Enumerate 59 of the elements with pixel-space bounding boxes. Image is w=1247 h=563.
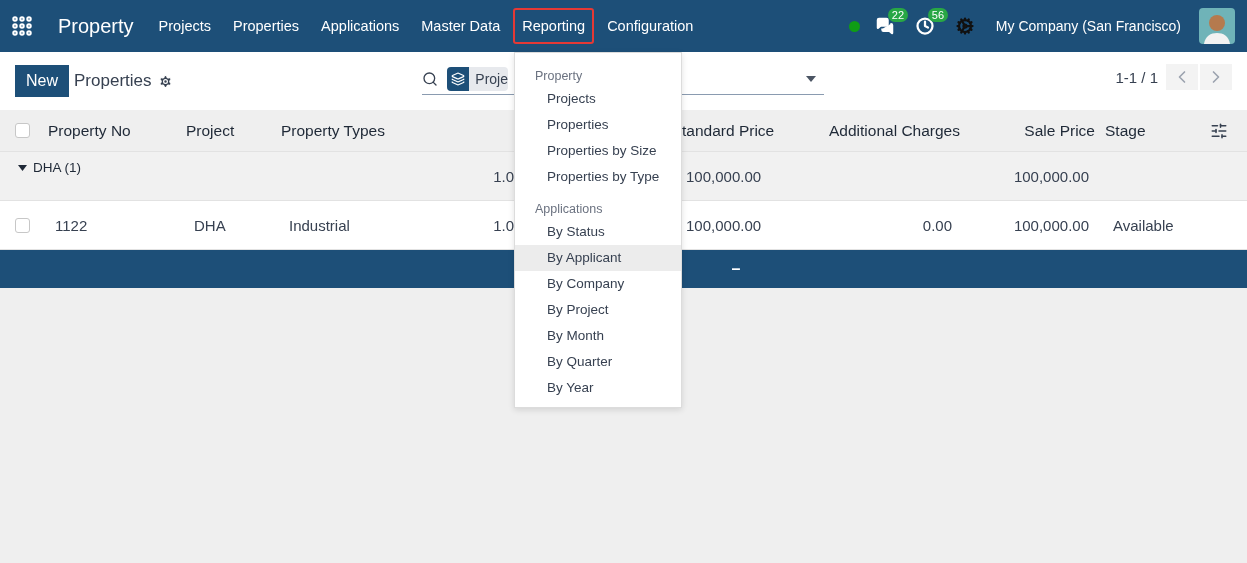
column-header[interactable]: Sale Price bbox=[1024, 121, 1095, 140]
group-total: 100,000.00 bbox=[1013, 167, 1090, 185]
dropdown-item[interactable]: By Applicant bbox=[515, 245, 681, 271]
nav-menu-item[interactable]: Reporting bbox=[513, 8, 595, 44]
app-title: Property bbox=[58, 14, 134, 38]
column-settings-icon[interactable] bbox=[1210, 121, 1228, 140]
clock-icon[interactable] bbox=[915, 17, 934, 35]
nav-menu-item[interactable]: Applications bbox=[312, 8, 409, 44]
nav-menu-item[interactable]: Properties bbox=[224, 8, 309, 44]
dropdown-item[interactable]: By Company bbox=[515, 271, 681, 297]
footer-mark: – bbox=[731, 260, 741, 278]
nav-menu-item[interactable]: Projects bbox=[149, 8, 220, 44]
nav-menu-item[interactable]: Configuration bbox=[598, 8, 703, 44]
column-header[interactable]: Stage bbox=[1095, 121, 1146, 140]
avatar-icon[interactable] bbox=[1199, 8, 1235, 44]
table-cell-text: 100,000.00 bbox=[1013, 216, 1090, 234]
column-header[interactable]: Property No bbox=[40, 121, 131, 140]
table-cell-text: 100,000.00 bbox=[685, 216, 762, 234]
table-cell-text: 0.00 bbox=[922, 216, 953, 234]
dropdown-item[interactable]: Projects bbox=[515, 86, 681, 112]
chat-icon[interactable] bbox=[875, 17, 894, 35]
group-total: 100,000.00 bbox=[685, 167, 762, 185]
activity-count: 56 bbox=[927, 8, 949, 22]
page-title: Properties bbox=[74, 71, 152, 91]
pager-value[interactable]: 1-1 / 1 bbox=[1115, 68, 1158, 86]
dropdown-item[interactable]: By Quarter bbox=[515, 349, 681, 375]
select-all-checkbox[interactable] bbox=[15, 123, 30, 138]
dropdown-item[interactable]: By Year bbox=[515, 375, 681, 401]
layers-icon bbox=[451, 72, 466, 86]
apps-menu-icon[interactable] bbox=[10, 14, 34, 38]
company-name[interactable]: My Company (San Francisco) bbox=[995, 18, 1181, 34]
dropdown-item[interactable]: Properties by Size bbox=[515, 138, 681, 164]
message-count: 22 bbox=[887, 8, 909, 22]
table-cell: 1.0 bbox=[493, 216, 514, 234]
table-cell-text: Available bbox=[1112, 216, 1174, 234]
search-facet[interactable]: Proje bbox=[447, 67, 508, 91]
table-cell-text: 1122 bbox=[54, 216, 88, 234]
dropdown-item[interactable]: By Project bbox=[515, 297, 681, 323]
dropdown-item[interactable]: Properties by Type bbox=[515, 164, 681, 190]
dropdown-item[interactable]: Properties bbox=[515, 112, 681, 138]
dropdown-item[interactable]: By Month bbox=[515, 323, 681, 349]
column-header[interactable]: tandard Price bbox=[682, 121, 775, 140]
menu-section-title: Property bbox=[534, 68, 584, 85]
group-toggle[interactable]: DHA (1) bbox=[0, 160, 81, 175]
menu-section-title: Applications bbox=[534, 201, 604, 218]
caret-icon bbox=[18, 164, 27, 171]
column-header[interactable]: Additional Charges bbox=[829, 121, 965, 140]
group-total: 1.0 bbox=[493, 167, 514, 185]
column-header[interactable]: Property Types bbox=[265, 121, 385, 140]
dropdown-item[interactable]: By Status bbox=[515, 219, 681, 245]
caret-icon[interactable] bbox=[806, 76, 816, 82]
nav-menu-item[interactable]: Master Data bbox=[412, 8, 510, 44]
column-header[interactable]: Project bbox=[170, 121, 235, 140]
search-icon[interactable] bbox=[422, 71, 438, 87]
row-checkbox[interactable] bbox=[15, 217, 30, 233]
table-cell-text: Industrial bbox=[288, 216, 350, 234]
new-button[interactable]: New bbox=[15, 65, 69, 97]
settings-icon[interactable] bbox=[157, 73, 173, 89]
table-cell-text: DHA bbox=[193, 216, 226, 234]
